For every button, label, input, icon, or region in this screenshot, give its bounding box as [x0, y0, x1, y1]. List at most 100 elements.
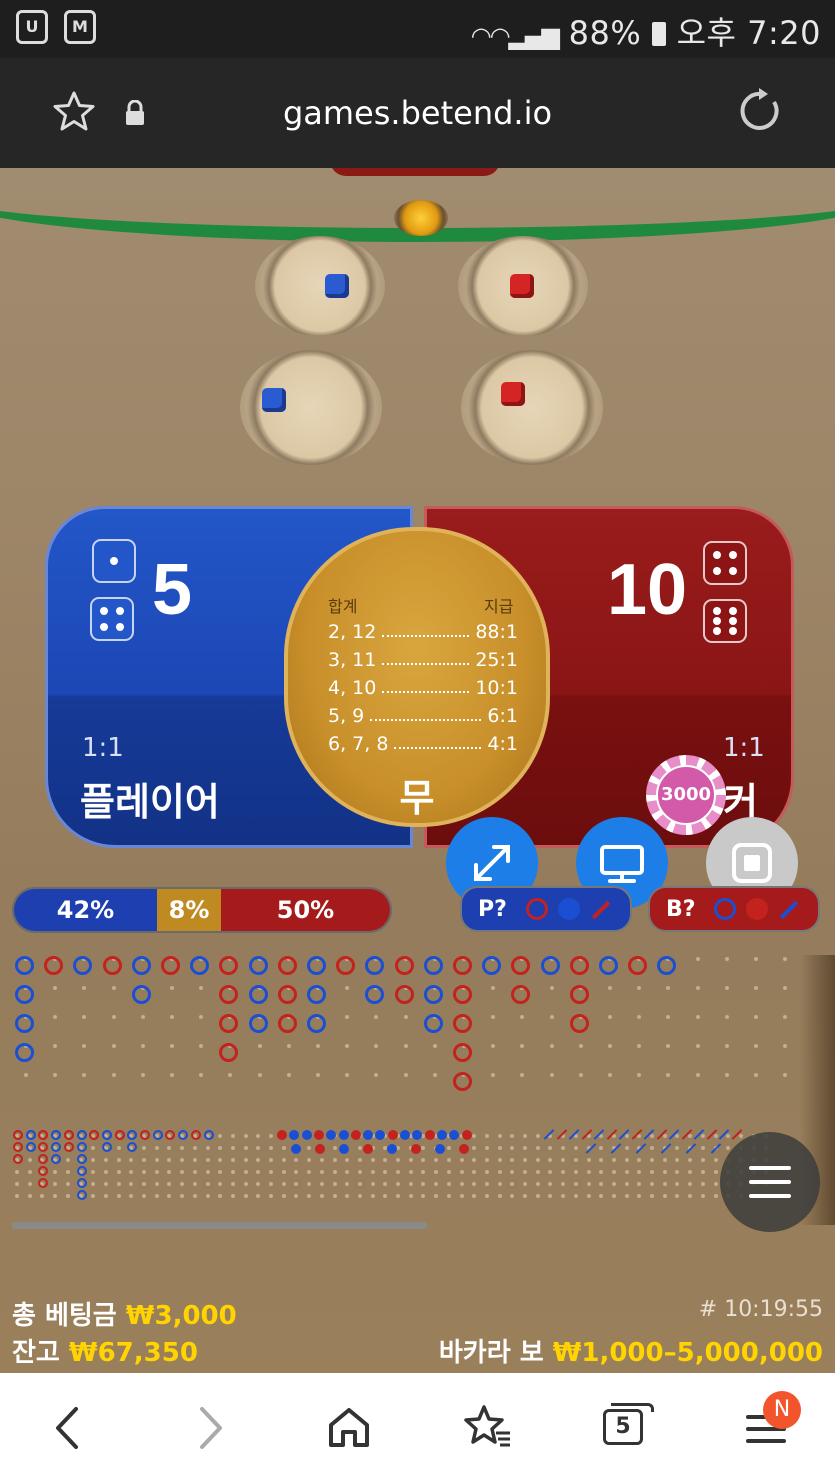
- roadmap-mark: [199, 1044, 204, 1048]
- tie-header-sum: 합계: [328, 597, 358, 616]
- roadmap-mark: [688, 1158, 693, 1162]
- roadmap-mark: [754, 957, 758, 961]
- roadmap-mark: [453, 1072, 472, 1091]
- roadmap-mark: [624, 1146, 629, 1150]
- roadmap-mark: [277, 1014, 297, 1033]
- roadmap-mark: [230, 1182, 235, 1186]
- roadmap-mark: [281, 1170, 286, 1174]
- roadmap-mark: [675, 1194, 680, 1198]
- roadmap-mark: [408, 1194, 413, 1198]
- roadmap-mark: [51, 1130, 62, 1140]
- roadmap-mark: [161, 956, 180, 975]
- roadmap-mark: [666, 1015, 671, 1019]
- roadmap-mark: [167, 1146, 172, 1150]
- player-predict-button[interactable]: P?: [460, 886, 632, 932]
- roadmap-mark: [608, 1044, 612, 1048]
- roadmap-mark: [357, 1158, 362, 1162]
- roadmap-mark: [350, 1130, 361, 1140]
- roadmap-mark: [38, 1166, 49, 1176]
- roadmap-mark: [140, 1044, 145, 1048]
- roadmap-mark: [510, 1134, 515, 1138]
- roadmap-mark: [25, 1142, 36, 1152]
- roadmap-mark: [561, 1194, 566, 1198]
- roadmap-mark: [180, 1194, 185, 1198]
- tabs-button[interactable]: 5: [603, 1409, 643, 1445]
- roadmap-mark: [523, 1170, 527, 1174]
- notification-badge: N: [763, 1391, 801, 1429]
- roadmap-mark: [461, 1130, 472, 1140]
- roadmap-mark: [129, 1182, 134, 1186]
- roadmap-mark: [63, 1130, 74, 1140]
- dice-cup-banker-1: [458, 236, 588, 336]
- roadmap-mark: [53, 1170, 58, 1174]
- roadmap-mark: [140, 1073, 145, 1077]
- forward-icon[interactable]: [192, 1405, 228, 1451]
- roadmap-mark: [688, 1182, 693, 1186]
- roadmap-mark: [383, 1158, 388, 1162]
- roadmap-mark: [484, 1134, 489, 1138]
- roadmap-mark: [127, 1130, 138, 1140]
- roadmap-mark: [190, 1130, 201, 1140]
- roadmap[interactable]: [0, 948, 835, 1238]
- tie-bet-area[interactable]: 합계 지급 2, 12 88:1 3, 11 25:1 4, 10 10:1 5, 9…: [284, 527, 550, 827]
- tie-percent: 8%: [157, 889, 221, 931]
- roadmap-mark: [140, 1015, 145, 1019]
- roadmap-mark: [783, 986, 788, 990]
- roadmap-mark: [63, 1142, 74, 1152]
- roadmap-mark: [101, 1142, 112, 1152]
- roadmap-mark: [345, 986, 350, 990]
- roadmap-mark: [301, 1130, 312, 1140]
- roadmap-mark: [218, 1158, 223, 1162]
- roadmap-mark: [101, 1130, 112, 1140]
- roadmap-mark: [666, 986, 671, 990]
- roadmap-mark: [180, 1170, 185, 1174]
- roadmap-mark: [307, 1158, 312, 1162]
- roadmap-mark: [53, 1194, 58, 1198]
- roadmap-mark: [523, 1158, 527, 1162]
- roadmap-mark: [449, 1130, 460, 1140]
- roadmap-mark: [345, 1170, 350, 1174]
- roadmap-mark: [459, 1182, 464, 1186]
- roadmap-mark: [453, 985, 472, 1004]
- roadmap-mark: [248, 985, 268, 1004]
- url-text[interactable]: games.betend.io: [0, 94, 835, 132]
- roadmap-mark: [142, 1158, 146, 1162]
- roadmap-mark: [243, 1134, 248, 1138]
- roadmap-mark: [294, 1170, 299, 1174]
- roadmap-mark: [357, 1194, 362, 1198]
- roadmap-mark: [484, 1158, 489, 1162]
- roadmap-mark: [129, 1158, 134, 1162]
- roadmap-mark: [53, 1044, 58, 1048]
- clock: 오후 7:20: [676, 14, 821, 52]
- roadmap-mark: [243, 1158, 248, 1162]
- game-menu-button[interactable]: [720, 1132, 820, 1232]
- roadmap-mark: [650, 1170, 654, 1174]
- roadmap-mark: [316, 1073, 320, 1077]
- roadmap-mark: [170, 986, 174, 990]
- roadmap-mark: [400, 1130, 410, 1140]
- roadmap-mark: [281, 1146, 286, 1150]
- banker-predict-button[interactable]: B?: [648, 886, 820, 932]
- roadmap-scrollbar[interactable]: [12, 1222, 427, 1229]
- roadmap-mark: [38, 1154, 49, 1164]
- predict-big-road-icon: [526, 898, 548, 920]
- roadmap-mark: [76, 1130, 87, 1140]
- balance: 잔고 ₩67,350: [12, 1332, 198, 1369]
- roadmap-mark: [357, 1146, 362, 1150]
- home-icon[interactable]: [326, 1405, 372, 1451]
- tabs-stack-icon: [611, 1403, 654, 1412]
- reload-icon[interactable]: [738, 88, 784, 134]
- roadmap-mark: [650, 1134, 654, 1138]
- roadmap-mark: [111, 1015, 116, 1019]
- back-icon[interactable]: [50, 1405, 86, 1451]
- roadmap-mark: [549, 1073, 554, 1077]
- roadmap-mark: [453, 956, 472, 975]
- bookmarks-icon[interactable]: [462, 1403, 514, 1451]
- roadmap-mark: [754, 986, 758, 990]
- roadmap-mark: [205, 1182, 210, 1186]
- roadmap-mark: [482, 956, 502, 975]
- roadmap-mark: [637, 1015, 642, 1019]
- roadmap-mark: [561, 1170, 566, 1174]
- roadmap-mark: [599, 1194, 604, 1198]
- roadmap-mark: [65, 1158, 70, 1162]
